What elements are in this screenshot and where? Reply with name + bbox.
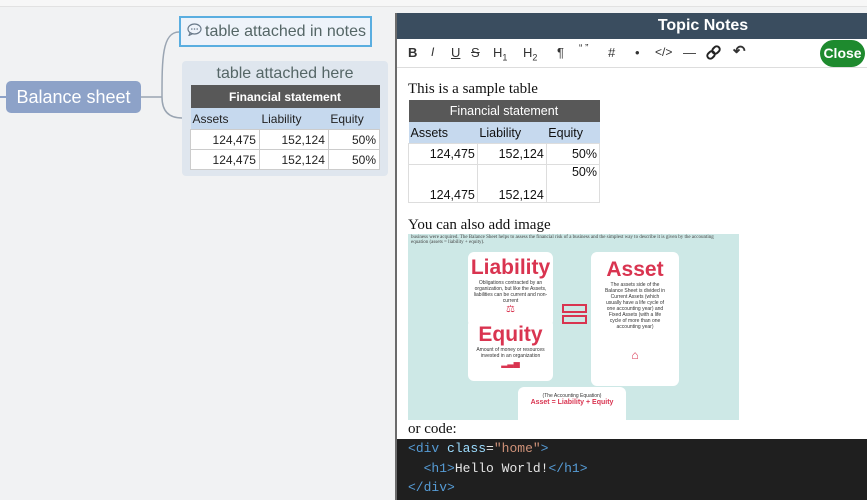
panel-header: Topic Notes <box>397 13 867 39</box>
quote-button[interactable]: “ ” <box>579 43 588 54</box>
chat-bubble-icon <box>187 18 202 45</box>
asset-card: Asset The assets side of the Balance She… <box>591 252 679 386</box>
hash-button[interactable]: # <box>608 45 615 60</box>
notes-toolbar: B I U S H1 H2 ¶ “ ” # • </> — ↶ Close <box>397 39 867 68</box>
table-cell: 152,124 <box>476 164 547 203</box>
table-cell: 152,124 <box>258 149 329 170</box>
table-header: Financial statement <box>190 85 380 108</box>
table-cell: 124,475 <box>190 129 260 150</box>
bold-button[interactable]: B <box>408 45 417 60</box>
table-cell: 124,475 <box>190 149 260 170</box>
liability-card: Liability Obligations contracted by an o… <box>468 252 553 327</box>
col-equity: Equity <box>328 108 380 130</box>
code-button[interactable]: </> <box>655 45 672 59</box>
topic-table-node[interactable]: table attached here Financial statement … <box>182 61 388 176</box>
formula-text: Asset = Liability + Equity <box>530 399 614 406</box>
mindmap-table: Financial statement Assets Liability Equ… <box>190 85 381 170</box>
col-liability: Liability <box>259 108 329 130</box>
table-header: Financial statement <box>408 100 600 122</box>
scale-icon: ⚖ <box>506 304 515 315</box>
strikethrough-button[interactable]: S <box>471 45 480 60</box>
paragraph-button[interactable]: ¶ <box>557 45 564 60</box>
table-cell: 50% <box>545 143 601 165</box>
table-cell: 124,475 <box>408 143 478 165</box>
note-node-label: table attached in notes <box>205 23 367 40</box>
balance-sheet-infographic: business were acquired. The Balance Shee… <box>408 234 739 420</box>
code-block[interactable]: <div class="home"> <h1>Hello World!</h1>… <box>397 439 867 500</box>
divider-button[interactable]: — <box>683 45 696 60</box>
liability-heading: Liability <box>470 256 551 279</box>
liability-description: Obligations contracted by an organizatio… <box>473 280 548 304</box>
sample-table-text: This is a sample table <box>408 81 538 97</box>
link-icon[interactable] <box>705 44 722 64</box>
root-topic-balance-sheet[interactable]: Balance sheet <box>6 81 141 113</box>
equity-description: Amount of money or resources invested in… <box>476 347 545 359</box>
topic-notes-panel: Topic Notes B I U S H1 H2 ¶ “ ” # • </> … <box>395 13 867 500</box>
table-node-title: table attached here <box>216 65 354 82</box>
table-cell: 50% <box>327 129 381 150</box>
equity-heading: Equity <box>478 323 543 346</box>
table-cell: 124,475 <box>408 164 478 203</box>
undo-icon[interactable]: ↶ <box>733 42 746 60</box>
image-caption: You can also add image <box>408 217 551 233</box>
heading2-button[interactable]: H2 <box>523 45 537 63</box>
asset-description: The assets side of the Balance Sheet is … <box>604 282 666 330</box>
notes-table: Financial statement Assets Liability Equ… <box>408 100 601 203</box>
heading1-button[interactable]: H1 <box>493 45 507 63</box>
code-line-1: <div class="home"> <box>408 441 549 456</box>
formula-card: (The Accounting Equation) Asset = Liabil… <box>518 387 626 420</box>
code-line-3: </div> <box>408 480 455 495</box>
house-icon: ⌂ <box>631 348 639 362</box>
code-line-2: <h1>Hello World!</h1> <box>423 460 588 476</box>
equals-icon <box>562 304 587 324</box>
col-assets: Assets <box>408 122 478 144</box>
topic-note-node[interactable]: table attached in notes <box>179 16 372 47</box>
col-liability: Liability <box>477 122 547 144</box>
table-cell: 50% <box>327 149 381 170</box>
italic-button[interactable]: I <box>431 45 434 59</box>
bar-chart-icon: ▂▃▅ <box>501 359 520 368</box>
panel-title: Topic Notes <box>657 17 749 34</box>
table-cell: 152,124 <box>258 129 329 150</box>
col-equity: Equity <box>546 122 600 144</box>
table-cell: 152,124 <box>476 143 547 165</box>
notes-content[interactable]: This is a sample table Financial stateme… <box>408 79 867 438</box>
bullet-list-button[interactable]: • <box>635 45 640 60</box>
table-cell: 50% <box>545 164 601 203</box>
equity-card: Equity Amount of money or resources inve… <box>468 319 553 381</box>
underline-button[interactable]: U <box>451 45 460 60</box>
asset-heading: Asset <box>606 258 664 281</box>
infographic-intro-text: business were acquired. The Balance Shee… <box>411 235 714 245</box>
code-caption: or code: <box>408 421 457 437</box>
col-assets: Assets <box>190 108 260 130</box>
close-button[interactable]: Close <box>820 40 865 67</box>
